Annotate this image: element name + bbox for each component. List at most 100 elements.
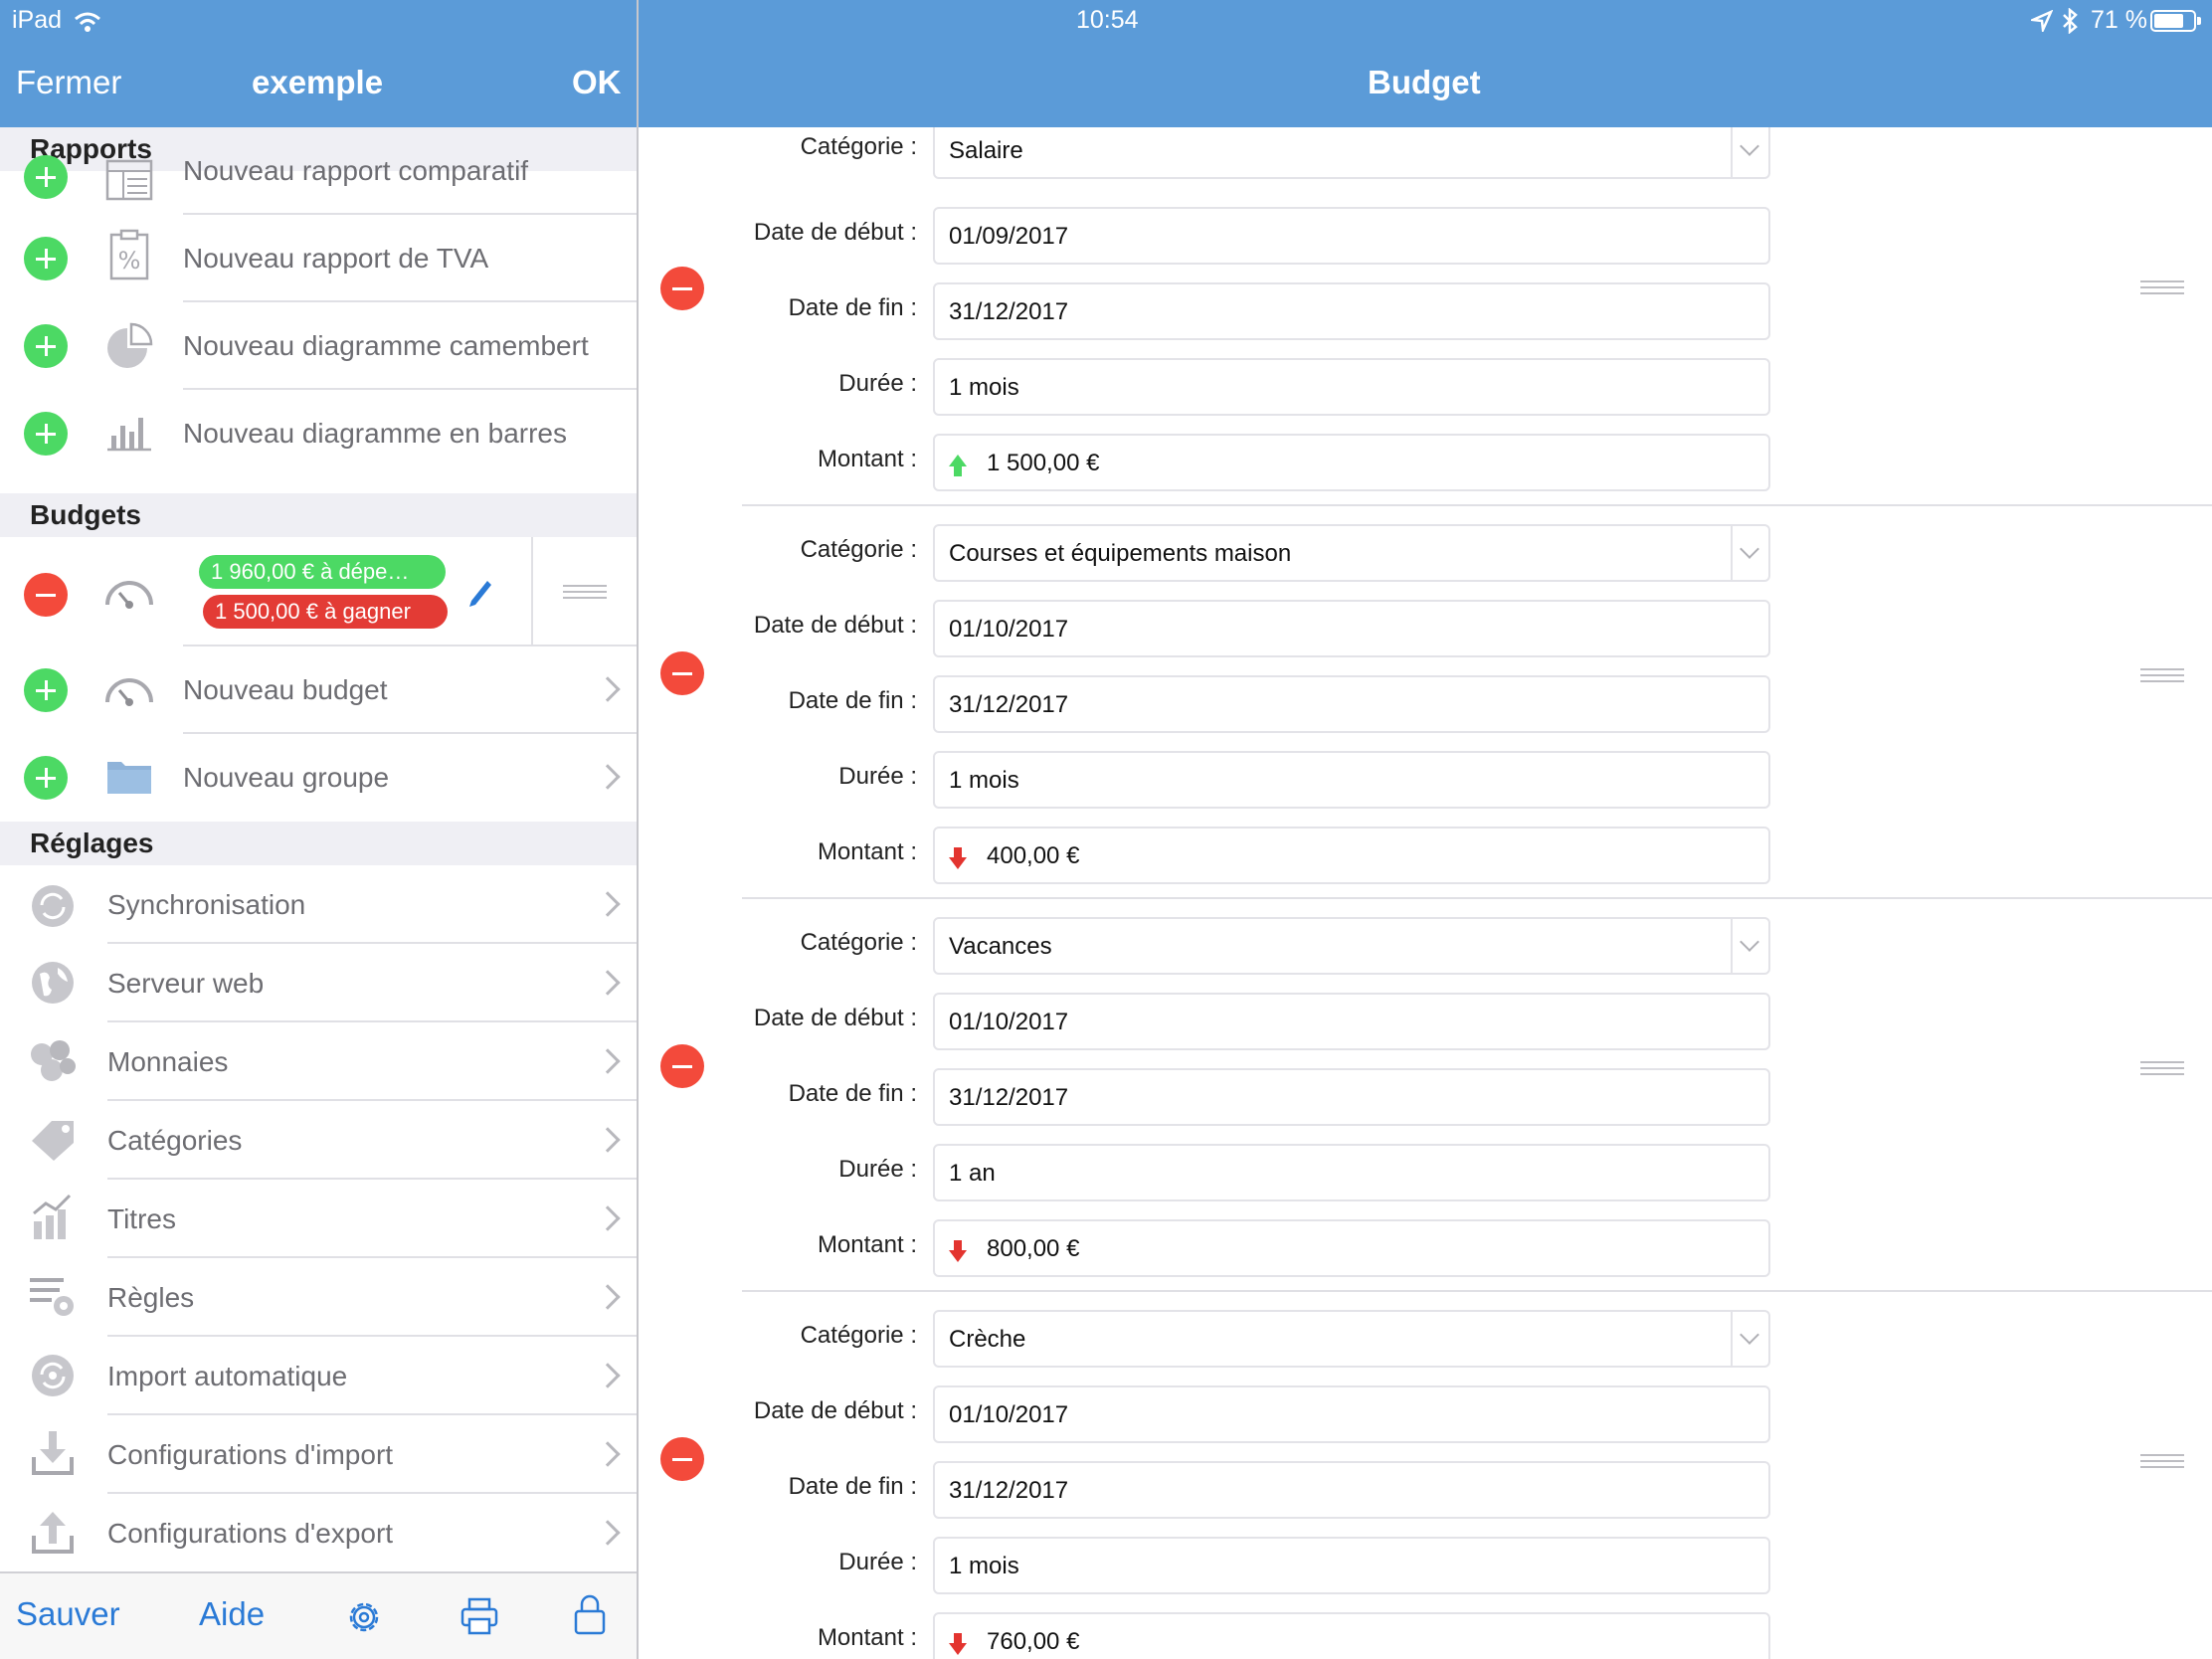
stocks-icon xyxy=(33,1194,72,1239)
amount-field[interactable]: 800,00 € xyxy=(933,1219,1770,1277)
location-icon xyxy=(2031,10,2053,32)
new-budget-row[interactable]: Nouveau budget xyxy=(0,646,637,734)
field-value-end: 31/12/2017 xyxy=(949,691,1069,718)
chevron-down-icon[interactable] xyxy=(1731,919,1768,973)
budget-entry: Catégorie : Courses et équipements maison… xyxy=(639,514,2212,907)
settings-item-web-server[interactable]: Serveur web xyxy=(0,944,637,1022)
reorder-handle[interactable] xyxy=(563,585,607,599)
reorder-handle[interactable] xyxy=(2140,280,2184,294)
duration-field[interactable]: 1 mois xyxy=(933,358,1770,416)
save-button[interactable]: Sauver xyxy=(16,1595,120,1633)
chevron-right-icon xyxy=(595,891,621,917)
add-icon[interactable] xyxy=(24,155,68,199)
settings-item-securities[interactable]: Titres xyxy=(0,1180,637,1258)
battery-percent: 71 % xyxy=(2091,6,2147,34)
budget-existing-row[interactable]: 1 960,00 € à dépe… 1 500,00 € à gagner xyxy=(0,537,637,646)
report-bar-row[interactable]: Nouveau diagramme en barres xyxy=(0,390,637,477)
settings-item-currencies[interactable]: Monnaies xyxy=(0,1022,637,1101)
field-value-category: Vacances xyxy=(949,933,1052,960)
add-icon[interactable] xyxy=(24,237,68,280)
field-value-duration: 1 mois xyxy=(949,1553,1019,1579)
chevron-right-icon xyxy=(595,764,621,790)
spend-badge: 1 960,00 € à dépe… xyxy=(199,555,446,589)
printer-icon[interactable] xyxy=(460,1595,499,1637)
budget-entry: Catégorie : Vacances Date de début : 01/10/… xyxy=(639,907,2212,1300)
start-date-field[interactable]: 01/10/2017 xyxy=(933,993,1770,1050)
start-date-field[interactable]: 01/09/2017 xyxy=(933,207,1770,265)
settings-item-label: Configurations d'import xyxy=(107,1439,394,1470)
edit-pencil-icon[interactable] xyxy=(467,579,493,609)
settings-item-rules[interactable]: Règles xyxy=(0,1258,637,1337)
category-select[interactable]: Vacances xyxy=(933,917,1770,975)
remove-entry-button[interactable] xyxy=(660,1044,704,1088)
row-divider xyxy=(531,537,533,646)
start-date-field[interactable]: 01/10/2017 xyxy=(933,600,1770,657)
add-icon[interactable] xyxy=(24,756,68,800)
amount-field[interactable]: 400,00 € xyxy=(933,827,1770,884)
close-button[interactable]: Fermer xyxy=(16,64,121,101)
duration-field[interactable]: 1 mois xyxy=(933,751,1770,809)
end-date-field[interactable]: 31/12/2017 xyxy=(933,282,1770,340)
chevron-down-icon[interactable] xyxy=(1731,526,1768,580)
arrow-down-icon xyxy=(949,1240,967,1262)
category-select[interactable]: Salaire xyxy=(933,127,1770,179)
end-date-field[interactable]: 31/12/2017 xyxy=(933,1068,1770,1126)
amount-field[interactable]: 760,00 € xyxy=(933,1612,1770,1659)
end-date-field[interactable]: 31/12/2017 xyxy=(933,675,1770,733)
chevron-right-icon xyxy=(595,1284,621,1310)
chevron-right-icon xyxy=(595,1441,621,1467)
reorder-handle[interactable] xyxy=(2140,668,2184,682)
settings-item-import-config[interactable]: Configurations d'import xyxy=(0,1415,637,1494)
field-label-duration: Durée : xyxy=(838,763,917,790)
tag-icon xyxy=(32,1121,74,1161)
lock-icon[interactable] xyxy=(573,1593,607,1637)
section-header-settings: Réglages xyxy=(0,822,637,865)
new-group-row[interactable]: Nouveau groupe xyxy=(0,734,637,822)
remove-entry-button[interactable] xyxy=(660,267,704,310)
category-select[interactable]: Courses et équipements maison xyxy=(933,524,1770,582)
ok-button[interactable]: OK xyxy=(572,64,622,101)
reorder-handle[interactable] xyxy=(2140,1454,2184,1468)
chevron-down-icon[interactable] xyxy=(1731,1312,1768,1366)
add-icon[interactable] xyxy=(24,324,68,368)
add-icon[interactable] xyxy=(24,668,68,712)
duration-field[interactable]: 1 mois xyxy=(933,1537,1770,1594)
amount-field[interactable]: 1 500,00 € xyxy=(933,434,1770,491)
settings-item-sync[interactable]: Synchronisation xyxy=(0,865,637,944)
entry-separator xyxy=(742,897,2212,899)
gauge-icon xyxy=(105,678,153,706)
panel-divider xyxy=(637,0,639,1659)
new-group-label: Nouveau groupe xyxy=(183,762,390,793)
report-label: Nouveau diagramme camembert xyxy=(183,330,589,361)
field-value-category: Courses et équipements maison xyxy=(949,540,1292,567)
settings-item-auto-import[interactable]: Import automatique xyxy=(0,1337,637,1415)
settings-item-categories[interactable]: Catégories xyxy=(0,1101,637,1180)
gear-icon[interactable] xyxy=(344,1597,384,1637)
chevron-down-icon[interactable] xyxy=(1731,127,1768,177)
report-vat-row[interactable]: % Nouveau rapport de TVA xyxy=(0,215,637,302)
remove-icon[interactable] xyxy=(24,573,68,617)
folder-icon xyxy=(107,762,151,794)
chevron-right-icon xyxy=(595,1363,621,1388)
reorder-handle[interactable] xyxy=(2140,1061,2184,1075)
field-label-category: Catégorie : xyxy=(800,1322,917,1349)
category-select[interactable]: Crèche xyxy=(933,1310,1770,1368)
settings-item-label: Monnaies xyxy=(107,1046,229,1077)
field-label-start: Date de début : xyxy=(753,612,917,639)
add-icon[interactable] xyxy=(24,412,68,456)
report-comparative-row[interactable]: Nouveau rapport comparatif xyxy=(0,155,637,215)
field-value-start: 01/09/2017 xyxy=(949,223,1069,250)
pie-chart-icon xyxy=(107,322,153,368)
end-date-field[interactable]: 31/12/2017 xyxy=(933,1461,1770,1519)
battery-icon xyxy=(2150,10,2201,32)
help-button[interactable]: Aide xyxy=(199,1595,265,1633)
duration-field[interactable]: 1 an xyxy=(933,1144,1770,1201)
coins-icon xyxy=(31,1040,76,1081)
start-date-field[interactable]: 01/10/2017 xyxy=(933,1385,1770,1443)
remove-entry-button[interactable] xyxy=(660,1437,704,1481)
remove-entry-button[interactable] xyxy=(660,651,704,695)
field-value-end: 31/12/2017 xyxy=(949,1477,1069,1504)
arrow-up-icon xyxy=(949,455,967,476)
settings-item-export-config[interactable]: Configurations d'export xyxy=(0,1494,637,1571)
report-pie-row[interactable]: Nouveau diagramme camembert xyxy=(0,302,637,390)
